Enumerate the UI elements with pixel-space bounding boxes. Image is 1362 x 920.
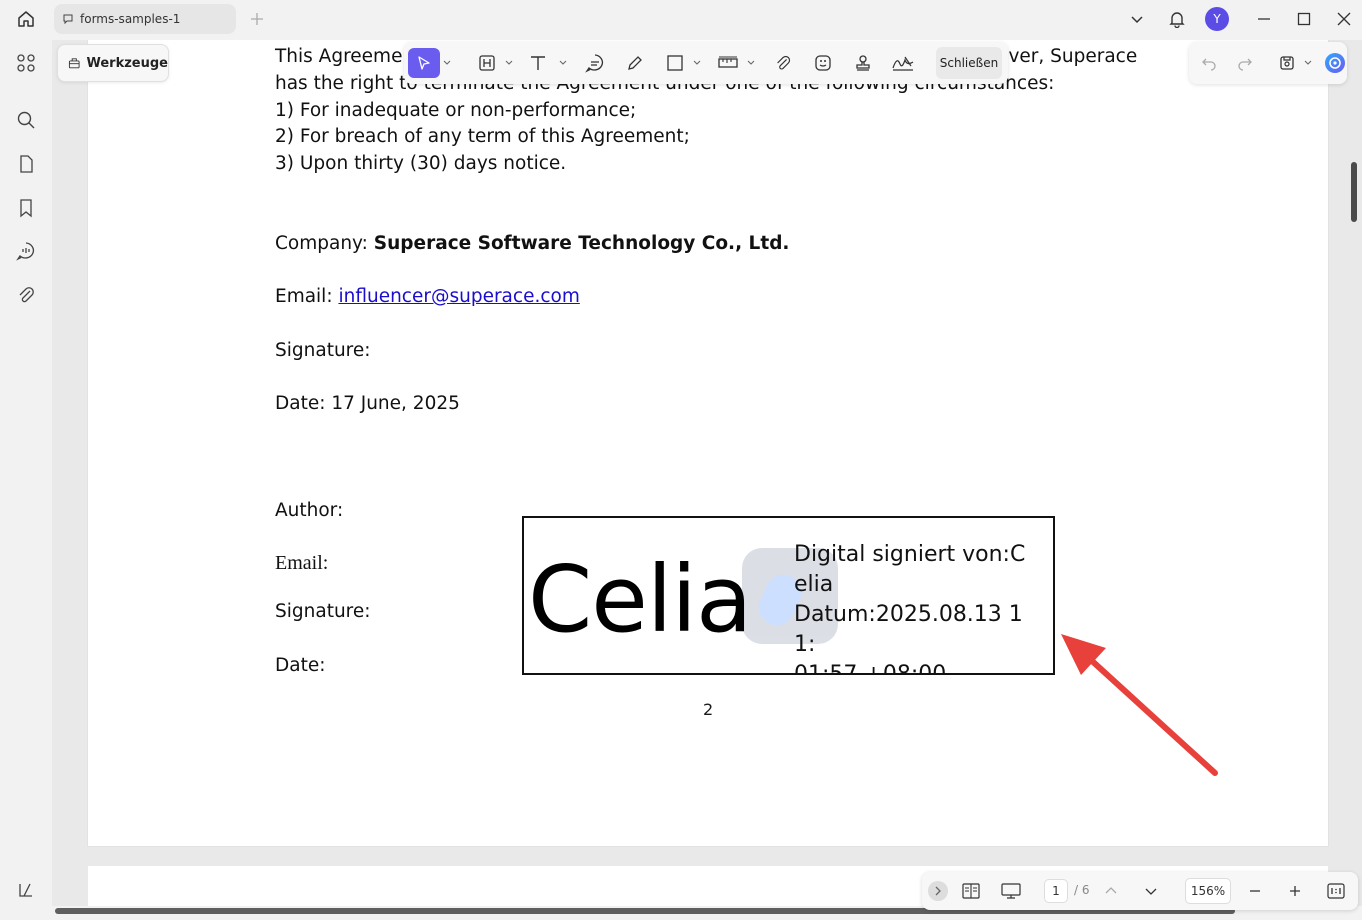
current-page-input[interactable]: 1 [1044, 879, 1068, 903]
zoom-out-icon[interactable] [1244, 876, 1266, 906]
shape-dropdown-icon[interactable] [692, 48, 702, 78]
zoom-in-icon[interactable] [1284, 876, 1306, 906]
next-page-icon[interactable] [1140, 876, 1162, 906]
text-dropdown-icon[interactable] [558, 48, 568, 78]
save-dropdown-icon[interactable] [1303, 48, 1313, 78]
close-toolbar-button[interactable]: Schließen [936, 47, 1002, 79]
page-navigation-bar: 1 / 6 156% [922, 872, 1358, 910]
zoom-level-input[interactable]: 156% [1185, 878, 1231, 904]
collapse-arrow-icon[interactable] [928, 881, 948, 901]
annotation-toolbar: Schließen [404, 42, 1008, 84]
stamp-tool-icon[interactable] [850, 48, 876, 78]
presentation-icon[interactable] [998, 876, 1024, 906]
redo-icon[interactable] [1233, 48, 1257, 78]
signature-tool-icon[interactable] [888, 48, 918, 78]
red-arrow-annotation [1061, 634, 1218, 776]
measure-tool-icon[interactable] [714, 48, 742, 78]
select-tool-button[interactable] [408, 48, 440, 78]
tools-button[interactable]: Werkzeuge [57, 44, 169, 82]
sticker-tool-icon[interactable] [810, 48, 836, 78]
toolbox-icon [68, 58, 80, 69]
history-toolbar [1189, 42, 1347, 84]
attach-tool-icon[interactable] [770, 48, 796, 78]
highlight-dropdown-icon[interactable] [504, 48, 514, 78]
vertical-scrollbar[interactable] [1351, 162, 1357, 222]
ai-assistant-icon[interactable] [1323, 48, 1347, 78]
undo-icon[interactable] [1197, 48, 1221, 78]
previous-page-icon[interactable] [1100, 876, 1122, 906]
measure-dropdown-icon[interactable] [746, 48, 756, 78]
cursor-icon [418, 56, 430, 70]
total-pages: / 6 [1074, 883, 1090, 897]
actual-size-icon[interactable] [1324, 876, 1348, 906]
select-dropdown-icon[interactable] [442, 48, 452, 78]
save-icon[interactable] [1275, 48, 1299, 78]
shape-tool-icon[interactable] [662, 48, 688, 78]
pencil-tool-icon[interactable] [622, 48, 648, 78]
comment-tool-icon[interactable] [582, 48, 608, 78]
highlight-tool-icon[interactable] [474, 48, 500, 78]
tools-label: Werkzeuge [86, 55, 168, 71]
text-tool-icon[interactable] [526, 48, 552, 78]
page-layout-icon[interactable] [958, 876, 984, 906]
